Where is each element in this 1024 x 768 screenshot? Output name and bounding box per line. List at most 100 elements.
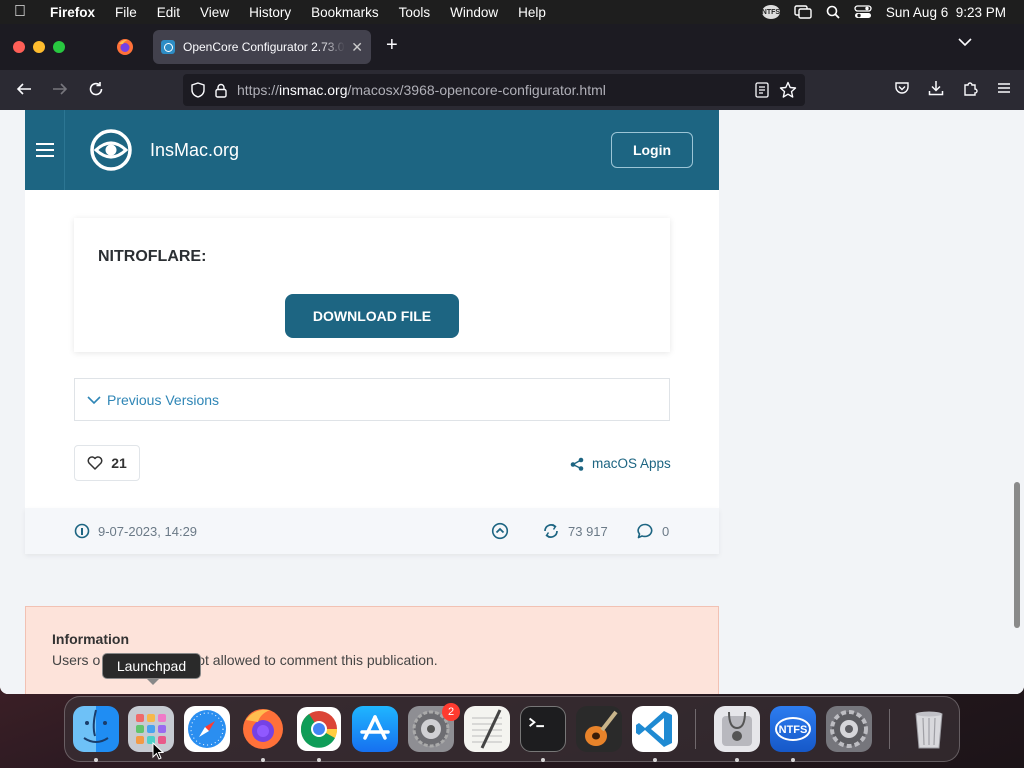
download-file-button[interactable]: DOWNLOAD FILE bbox=[285, 294, 459, 338]
dock-chrome-icon[interactable] bbox=[296, 706, 342, 752]
dock-running-indicator bbox=[541, 758, 545, 762]
dock-firefox-icon[interactable] bbox=[240, 706, 286, 752]
list-all-tabs-icon[interactable] bbox=[958, 37, 972, 47]
ntfs-status-icon[interactable]: NTFS bbox=[762, 5, 780, 19]
dock-running-indicator bbox=[653, 758, 657, 762]
reload-icon[interactable] bbox=[88, 81, 104, 97]
downloads-icon[interactable] bbox=[928, 80, 944, 96]
page-content: InsMac.org Login NITROFLARE: DOWNLOAD FI… bbox=[0, 110, 1024, 694]
chevron-down-icon bbox=[87, 395, 101, 404]
dock-garageband-icon[interactable] bbox=[576, 706, 622, 752]
lock-icon[interactable] bbox=[215, 83, 227, 98]
category-link[interactable]: macOS Apps bbox=[570, 456, 671, 471]
screen-mirroring-icon[interactable] bbox=[794, 5, 812, 19]
control-center-icon[interactable] bbox=[854, 5, 872, 19]
close-window-button[interactable] bbox=[13, 41, 25, 53]
category-label: macOS Apps bbox=[592, 456, 671, 471]
dock: 2 NTFS bbox=[64, 696, 960, 762]
site-header: InsMac.org Login bbox=[25, 110, 719, 190]
tab-title: OpenCore Configurator 2.73.0.0 bbox=[183, 40, 346, 54]
dock-system-settings-icon[interactable] bbox=[826, 706, 872, 752]
publish-date-text: 9-07-2023, 14:29 bbox=[98, 523, 198, 539]
mouse-pointer-icon bbox=[152, 742, 164, 760]
extensions-icon[interactable] bbox=[962, 80, 978, 96]
menu-bar:  Firefox File Edit View History Bookmar… bbox=[0, 0, 1024, 24]
views-icon bbox=[544, 523, 558, 539]
tab-bar: OpenCore Configurator 2.73.0.0 ✕ + bbox=[0, 24, 1024, 70]
dock-separator bbox=[889, 709, 890, 749]
dock-terminal-icon[interactable] bbox=[520, 706, 566, 752]
views-count: 73 917 bbox=[542, 523, 608, 539]
previous-versions-label: Previous Versions bbox=[107, 391, 220, 408]
dock-disk-utility-icon[interactable] bbox=[714, 706, 760, 752]
firefox-view-icon[interactable] bbox=[116, 38, 134, 56]
menu-help[interactable]: Help bbox=[508, 5, 556, 20]
url-bar[interactable]: https://insmac.org/macosx/3968-opencore-… bbox=[183, 74, 805, 106]
minimize-window-button[interactable] bbox=[33, 41, 45, 53]
menu-history[interactable]: History bbox=[239, 5, 301, 20]
dock-separator bbox=[695, 709, 696, 749]
pocket-icon[interactable] bbox=[894, 80, 910, 96]
dock-ntfs-icon[interactable]: NTFS bbox=[770, 706, 816, 752]
dock-finder-icon[interactable] bbox=[73, 706, 119, 752]
dock-running-indicator bbox=[791, 758, 795, 762]
previous-versions-accordion[interactable]: Previous Versions bbox=[74, 378, 670, 421]
ntfs-status-label: NTFS bbox=[762, 5, 780, 19]
app-menu-icon[interactable] bbox=[996, 80, 1012, 96]
comment-bubble-icon bbox=[637, 523, 653, 539]
info-clock-icon bbox=[74, 523, 90, 539]
like-button[interactable]: 21 bbox=[74, 445, 140, 481]
info-text-left: Users o bbox=[52, 652, 101, 668]
info-notice: Information Users o ot allowed to comment… bbox=[25, 606, 719, 694]
dock-app-store-icon[interactable] bbox=[352, 706, 398, 752]
menu-window[interactable]: Window bbox=[440, 5, 508, 20]
dock-launchpad-icon[interactable] bbox=[128, 706, 174, 752]
tracking-protection-shield-icon[interactable] bbox=[191, 82, 205, 98]
page-scrollbar[interactable] bbox=[1014, 482, 1020, 628]
views-count-text: 73 917 bbox=[568, 523, 608, 539]
tab-active[interactable]: OpenCore Configurator 2.73.0.0 ✕ bbox=[153, 30, 371, 64]
url-scheme: https:// bbox=[237, 82, 280, 98]
menu-tools[interactable]: Tools bbox=[389, 5, 441, 20]
heart-icon bbox=[87, 456, 103, 470]
reader-view-icon[interactable] bbox=[755, 82, 769, 98]
dock-safari-icon[interactable] bbox=[184, 706, 230, 752]
comments-count[interactable]: 0 bbox=[637, 523, 669, 539]
new-tab-button[interactable]: + bbox=[386, 34, 398, 57]
dock-vscode-icon[interactable] bbox=[632, 706, 678, 752]
ntfs-icon-label: NTFS bbox=[779, 724, 808, 736]
search-icon[interactable] bbox=[826, 5, 840, 19]
menu-bookmarks[interactable]: Bookmarks bbox=[301, 5, 389, 20]
nav-bar: https://insmac.org/macosx/3968-opencore-… bbox=[0, 70, 1024, 110]
menu-clock[interactable]: Sun Aug 6 9:23 PM bbox=[886, 5, 1006, 20]
share-icon bbox=[570, 457, 584, 471]
page-column: InsMac.org Login NITROFLARE: DOWNLOAD FI… bbox=[25, 110, 719, 694]
site-favicon-icon bbox=[161, 40, 175, 54]
hamburger-menu-icon[interactable] bbox=[25, 110, 65, 190]
forward-arrow-icon[interactable] bbox=[52, 81, 68, 97]
rating-icon[interactable] bbox=[491, 522, 509, 540]
insmac-logo-icon[interactable] bbox=[89, 128, 133, 172]
like-count: 21 bbox=[111, 455, 127, 471]
bookmark-star-icon[interactable] bbox=[779, 81, 797, 99]
download-card: NITROFLARE: DOWNLOAD FILE bbox=[74, 218, 670, 352]
publish-date: 9-07-2023, 14:29 bbox=[74, 523, 197, 539]
login-button[interactable]: Login bbox=[611, 132, 693, 168]
browser-window: OpenCore Configurator 2.73.0.0 ✕ + https… bbox=[0, 24, 1024, 694]
dock-textedit-icon[interactable] bbox=[464, 706, 510, 752]
site-logo-text[interactable]: InsMac.org bbox=[150, 140, 239, 161]
menu-view[interactable]: View bbox=[190, 5, 239, 20]
close-tab-icon[interactable]: ✕ bbox=[351, 39, 363, 56]
menu-app-name[interactable]: Firefox bbox=[40, 5, 105, 20]
back-arrow-icon[interactable] bbox=[16, 81, 32, 97]
zoom-window-button[interactable] bbox=[53, 41, 65, 53]
window-controls bbox=[0, 41, 65, 53]
dock-trash-icon[interactable] bbox=[906, 706, 952, 752]
apple-menu-icon[interactable]:  bbox=[0, 3, 40, 21]
url-text[interactable]: https://insmac.org/macosx/3968-opencore-… bbox=[237, 82, 606, 98]
menu-file[interactable]: File bbox=[105, 5, 147, 20]
notification-badge: 2 bbox=[442, 703, 460, 721]
dock-running-indicator bbox=[317, 758, 321, 762]
menu-edit[interactable]: Edit bbox=[147, 5, 190, 20]
url-host: insmac.org bbox=[279, 82, 348, 98]
